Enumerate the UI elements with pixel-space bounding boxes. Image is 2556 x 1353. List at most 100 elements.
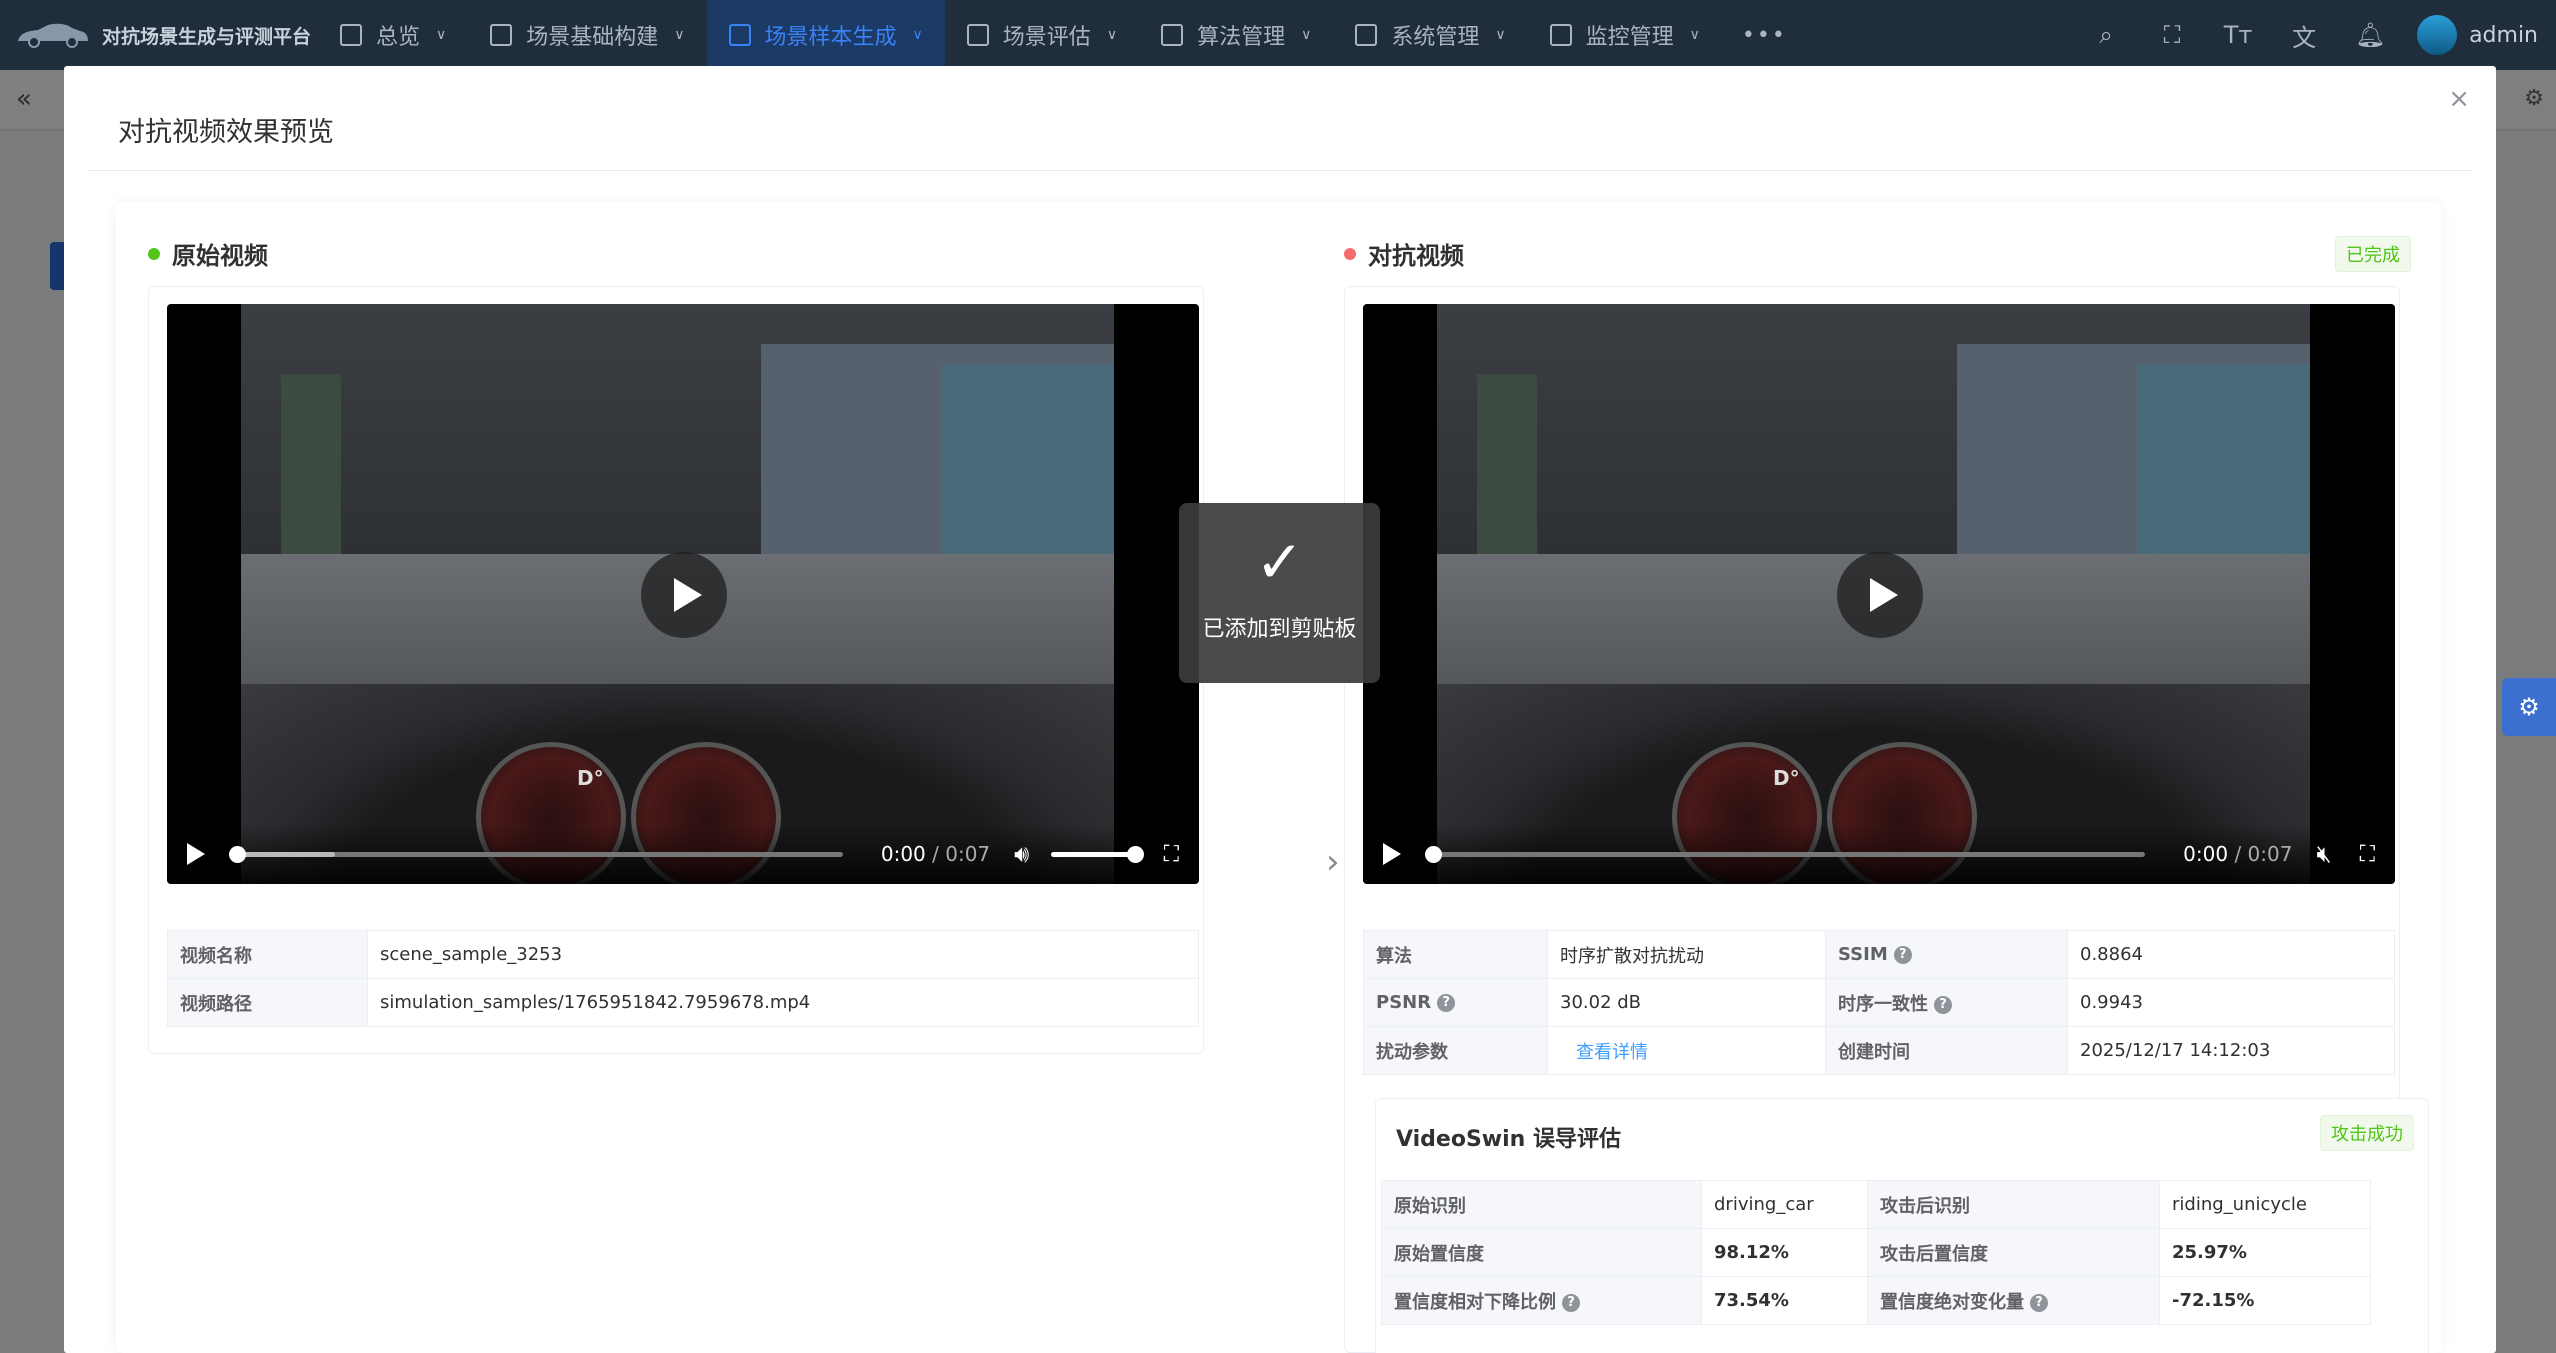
brand[interactable]: 对抗场景生成与评测平台	[0, 0, 318, 70]
original-heading: 原始视频	[148, 236, 268, 271]
seek-bar[interactable]	[1425, 845, 2146, 863]
eval-title: VideoSwin 误导评估	[1396, 1127, 1621, 1152]
translate-icon[interactable]: 文	[2271, 18, 2337, 53]
nav-label: 总览	[376, 25, 421, 50]
row-label: 创建时间	[1825, 1026, 2068, 1075]
time-display: 0:00 / 0:07	[2183, 842, 2292, 866]
fullscreen-icon[interactable]: ⛶	[1164, 842, 1179, 867]
help-icon[interactable]: ?	[1437, 994, 1456, 1012]
fullscreen-icon[interactable]: ⛶	[2139, 21, 2205, 49]
current-time: 0:00	[880, 842, 926, 866]
check-icon: ✓	[1255, 528, 1304, 596]
original-info-table: 视频名称 scene_sample_3253 视频路径 simulation_s…	[167, 930, 1199, 1027]
play-icon[interactable]	[187, 843, 205, 865]
nav-item-system[interactable]: 系统管理 ∨	[1333, 0, 1527, 70]
duration: 0:07	[2247, 842, 2293, 866]
help-icon[interactable]: ?	[2030, 1293, 2048, 1312]
video-controls: 0:00 / 0:07 🔊︎ ⛶	[167, 824, 1199, 884]
preview-modal: 对抗视频效果预览 × 原始视频 对抗视频 已完成 D° 0:00 / 0:07 …	[64, 66, 2496, 1353]
table-row: 视频名称 scene_sample_3253	[167, 930, 1199, 979]
metric-label: 置信度相对下降比例	[1394, 1291, 1556, 1313]
play-overlay-button[interactable]	[641, 552, 727, 638]
original-video-player[interactable]: D° 0:00 / 0:07 🔊︎ ⛶	[167, 304, 1199, 884]
nav-label: 场景基础构建	[526, 25, 659, 50]
layout-icon	[728, 24, 751, 46]
duration: 0:07	[945, 842, 991, 866]
bell-icon[interactable]: 🔔︎	[2337, 21, 2403, 49]
chevron-down-icon: ∨	[912, 27, 923, 43]
help-icon[interactable]: ?	[1893, 946, 1912, 964]
row-label: 视频名称	[167, 930, 368, 979]
grid-icon	[1161, 24, 1184, 46]
help-icon[interactable]: ?	[1934, 995, 1952, 1014]
row-label: 原始识别	[1381, 1180, 1702, 1229]
seek-bar[interactable]	[229, 845, 843, 863]
font-size-icon[interactable]: Tт	[2205, 21, 2271, 49]
view-details-link[interactable]: 查看详情	[1572, 1042, 1648, 1063]
chevron-right-icon: ›	[1326, 842, 1340, 882]
car-logo-icon	[18, 23, 88, 48]
row-label: 攻击后识别	[1867, 1180, 2160, 1229]
table-row: 视频路径 simulation_samples/1765951842.79596…	[167, 978, 1199, 1027]
avatar[interactable]	[2417, 15, 2458, 55]
nav-item-scene-eval[interactable]: 场景评估 ∨	[945, 0, 1139, 70]
row-label: PSNR?	[1363, 978, 1548, 1027]
nav-label: 场景评估	[1002, 25, 1091, 50]
metric-label: 置信度绝对变化量	[1880, 1291, 2024, 1313]
nav-label: 系统管理	[1391, 25, 1480, 50]
row-value: 30.02 dB	[1547, 978, 1826, 1027]
time-separator: /	[2228, 842, 2248, 866]
play-overlay-button[interactable]	[1837, 552, 1923, 638]
volume-slider[interactable]	[1051, 845, 1144, 863]
status-badge: 已完成	[2335, 236, 2411, 272]
fullscreen-icon[interactable]: ⛶	[2360, 842, 2375, 867]
row-label: 时序一致性?	[1825, 978, 2068, 1027]
dashboard-icon	[340, 24, 362, 46]
row-value: 73.54%	[1701, 1276, 1868, 1325]
close-icon[interactable]: ×	[2448, 84, 2470, 114]
nav-item-algorithms[interactable]: 算法管理 ∨	[1139, 0, 1333, 70]
table-row: 扰动参数 查看详情 创建时间 2025/12/17 14:12:03	[1363, 1026, 2395, 1075]
muted-icon[interactable]: 🔇︎	[2316, 840, 2331, 868]
row-label: 算法	[1363, 930, 1548, 979]
top-toolbar: ⌕ ⛶ Tт 文 🔔︎ admin	[2073, 0, 2538, 70]
row-label: 扰动参数	[1363, 1026, 1548, 1075]
help-icon[interactable]: ?	[1562, 1293, 1580, 1312]
table-row: 原始置信度 98.12% 攻击后置信度 25.97%	[1381, 1228, 2371, 1277]
chevron-down-icon: ∨	[1301, 27, 1312, 43]
nav-item-overview[interactable]: 总览 ∨	[318, 0, 468, 70]
volume-icon[interactable]: 🔊︎	[1014, 840, 1029, 868]
chevron-down-icon: ∨	[1106, 27, 1118, 43]
nav-item-sample-generation[interactable]: 场景样本生成 ∨	[706, 0, 945, 70]
chevron-down-icon: ∨	[436, 27, 447, 43]
play-icon[interactable]	[1383, 843, 1401, 865]
app-title: 对抗场景生成与评测平台	[102, 25, 312, 48]
current-time: 0:00	[2183, 842, 2229, 866]
chevron-down-icon: ∨	[1495, 27, 1506, 43]
nav-item-scene-build[interactable]: 场景基础构建 ∨	[468, 0, 706, 70]
more-icon[interactable]: •••	[1722, 0, 1807, 70]
metric-label: SSIM	[1838, 944, 1888, 965]
row-value: simulation_samples/1765951842.7959678.mp…	[367, 978, 1199, 1027]
table-row: 原始识别 driving_car 攻击后识别 riding_unicycle	[1381, 1180, 2371, 1229]
row-value: -72.15%	[2159, 1276, 2371, 1325]
row-label: 原始置信度	[1381, 1228, 1702, 1277]
eval-table: 原始识别 driving_car 攻击后识别 riding_unicycle 原…	[1381, 1180, 2371, 1325]
row-value: 查看详情	[1547, 1026, 1826, 1075]
table-row: 置信度相对下降比例? 73.54% 置信度绝对变化量? -72.15%	[1381, 1276, 2371, 1325]
search-icon[interactable]: ⌕	[2073, 21, 2139, 49]
top-navbar: 对抗场景生成与评测平台 总览 ∨ 场景基础构建 ∨ 场景样本生成 ∨ 场景评估 ∨ 算法…	[0, 0, 2556, 70]
adversarial-video-player[interactable]: D° 0:00 / 0:07 🔇︎ ⛶	[1363, 304, 2395, 884]
nav-item-monitor[interactable]: 监控管理 ∨	[1528, 0, 1722, 70]
attack-status-badge: 攻击成功	[2320, 1115, 2414, 1151]
row-value: 2025/12/17 14:12:03	[2067, 1026, 2395, 1075]
copied-toast: ✓ 已添加到剪贴板	[1179, 503, 1380, 683]
nav-label: 算法管理	[1197, 25, 1286, 50]
row-value: scene_sample_3253	[367, 930, 1199, 979]
adversarial-metrics-table: 算法 时序扩散对抗扰动 SSIM? 0.8864 PSNR? 30.02 dB …	[1363, 930, 2395, 1075]
settings-drawer-button[interactable]: ⚙	[2502, 678, 2556, 736]
status-dot	[1344, 247, 1356, 260]
nav-label: 场景样本生成	[764, 25, 897, 50]
username[interactable]: admin	[2469, 23, 2538, 48]
chart-icon	[1549, 24, 1572, 46]
